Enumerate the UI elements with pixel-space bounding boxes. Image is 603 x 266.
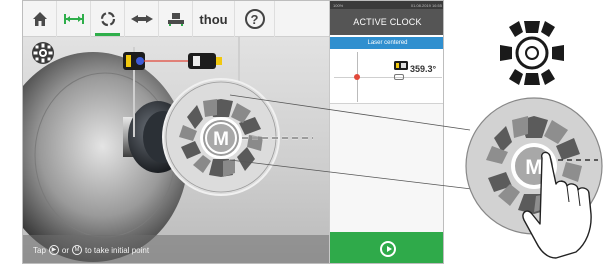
home-button[interactable]: [23, 1, 57, 37]
camera-icon: [394, 74, 404, 80]
knob-letter: M: [213, 129, 229, 150]
rotation-dial-icon: [500, 21, 564, 85]
illustration-stage: thou ? M Tap ▶ or M to take initial poin…: [0, 0, 603, 266]
results-icon: [167, 13, 184, 26]
laser-dot: [354, 74, 360, 80]
machine-train-icon: [130, 15, 153, 23]
battery-level: 100%: [333, 2, 344, 8]
m-knob-icon: M: [72, 245, 83, 255]
results-button[interactable]: [159, 1, 193, 37]
units-label: thou: [199, 11, 228, 27]
hint-suffix: to take initial point: [85, 245, 150, 255]
status-bar: 100% 01.08.2019 16:55: [330, 1, 443, 9]
measure-mode-button[interactable]: [91, 1, 125, 37]
status-datetime: 01.08.2019 16:55: [410, 2, 442, 8]
laser-sensor: [123, 52, 222, 70]
home-icon: [32, 12, 47, 26]
help-button[interactable]: ?: [235, 1, 275, 37]
laser-status: Laser centered: [330, 37, 443, 49]
dimensions-icon: [63, 14, 84, 24]
panel-empty-area: [330, 104, 443, 232]
zoom-detail: M: [465, 97, 603, 235]
zoom-knob-letter: M: [525, 156, 543, 179]
sensor-icon: [394, 61, 408, 70]
units-toggle[interactable]: thou: [193, 1, 235, 37]
panel-title: ACTIVE CLOCK: [330, 9, 443, 35]
settings-icon[interactable]: [31, 41, 55, 65]
machine-train-button[interactable]: [125, 1, 159, 37]
right-panel: 100% 01.08.2019 16:55 ACTIVE CLOCK Laser…: [329, 1, 443, 263]
tablet-app: thou ? M Tap ▶ or M to take initial poin…: [22, 0, 444, 264]
angle-value: 359.3°: [410, 64, 437, 74]
hand-icon: [522, 151, 592, 259]
measurement-view: 359.3°: [330, 49, 443, 104]
hint-bar: Tap ▶ or M to take initial point: [23, 235, 329, 263]
take-point-button[interactable]: [330, 232, 443, 263]
dimensions-button[interactable]: [57, 1, 91, 37]
zoom-inset: M: [162, 78, 313, 196]
help-icon: ?: [244, 9, 265, 29]
toolbar: thou ?: [23, 1, 329, 37]
hint-prefix: Tap: [33, 245, 46, 255]
play-icon: ▶: [48, 245, 59, 255]
hint-middle: or: [61, 245, 70, 255]
axis-horizontal: [334, 77, 442, 78]
machine-scene[interactable]: M Tap ▶ or M to take initial point: [23, 37, 329, 263]
measure-mode-icon: [100, 11, 115, 27]
play-icon: [380, 240, 396, 257]
